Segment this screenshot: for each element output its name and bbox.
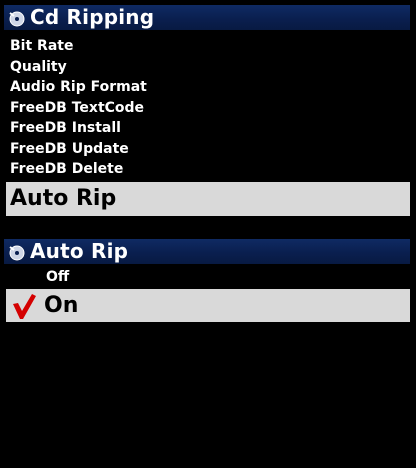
page-title: Cd Ripping (30, 5, 155, 29)
menu-item-freedb-textcode[interactable]: FreeDB TextCode (6, 98, 410, 119)
option-on-label: On (44, 293, 79, 318)
menu-item-freedb-install[interactable]: FreeDB Install (6, 118, 410, 139)
auto-rip-titlebar: Auto Rip (4, 239, 410, 264)
menu-item-quality[interactable]: Quality (6, 57, 410, 78)
menu-item-audio-rip-format[interactable]: Audio Rip Format (6, 77, 410, 98)
disc-icon (8, 9, 26, 27)
menu-item-auto-rip-selected[interactable]: Auto Rip (6, 182, 410, 216)
menu-item-bit-rate[interactable]: Bit Rate (6, 36, 410, 57)
option-on[interactable]: On (6, 289, 410, 322)
checkmark-icon (10, 292, 38, 320)
cd-ripping-menu: Bit Rate Quality Audio Rip Format FreeDB… (6, 36, 410, 180)
submenu-title: Auto Rip (30, 239, 129, 263)
disc-icon (8, 243, 26, 261)
menu-item-freedb-delete[interactable]: FreeDB Delete (6, 159, 410, 180)
option-off[interactable]: Off (6, 266, 410, 288)
menu-item-freedb-update[interactable]: FreeDB Update (6, 139, 410, 160)
screen: Cd Ripping Bit Rate Quality Audio Rip Fo… (0, 0, 416, 468)
cd-ripping-titlebar: Cd Ripping (4, 5, 410, 30)
